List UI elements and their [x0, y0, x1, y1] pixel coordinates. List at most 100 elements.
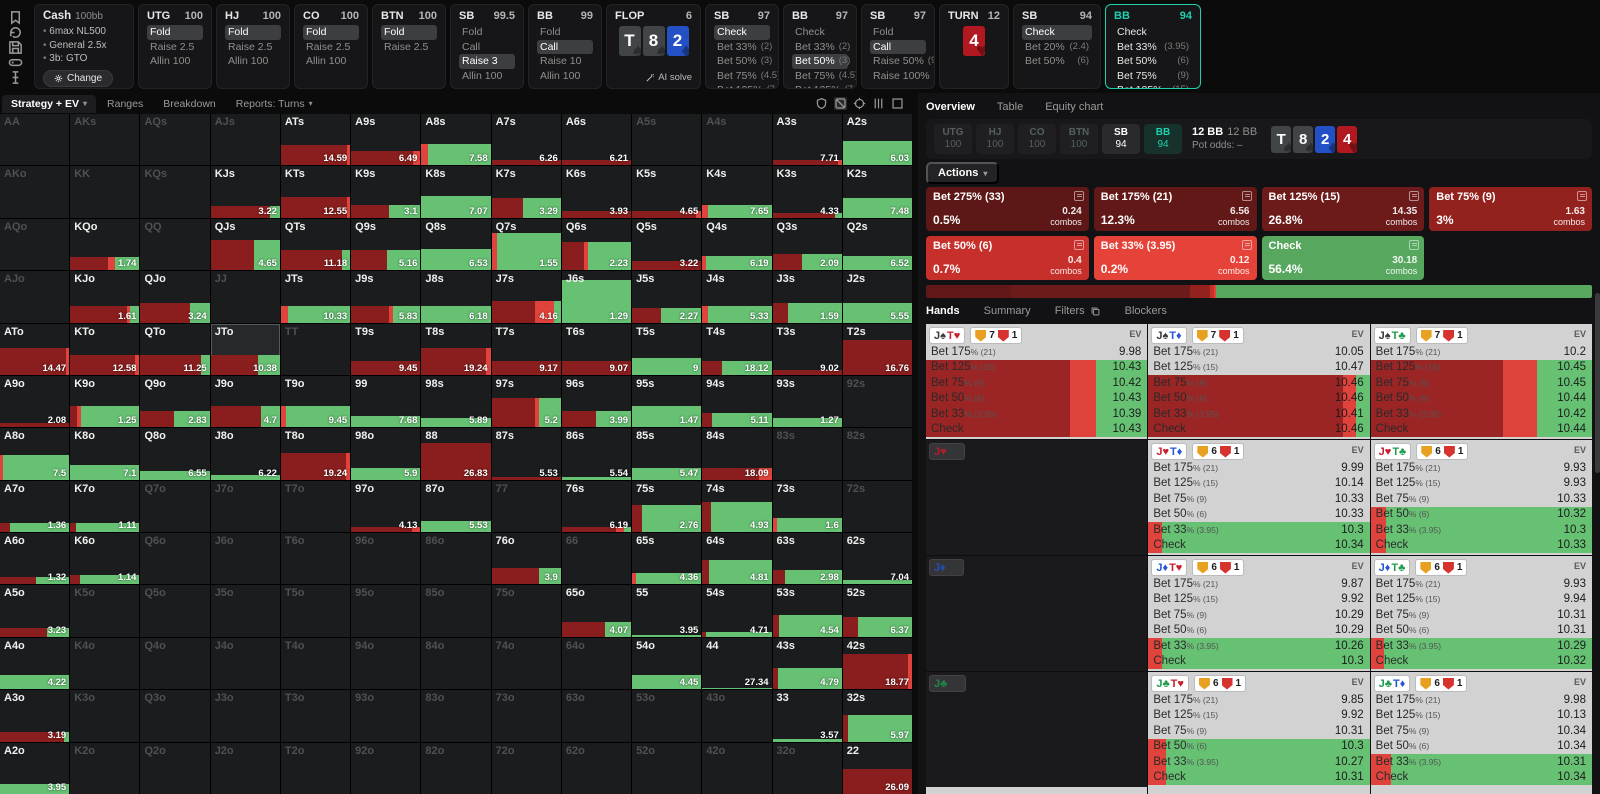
matrix-cell-42o[interactable]: 42o [702, 743, 771, 794]
matrix-cell-Q4o[interactable]: Q4o [140, 638, 209, 689]
tab-equity-chart[interactable]: Equity chart [1045, 101, 1103, 113]
matrix-cell-J7s[interactable]: J7s4.16 [492, 271, 561, 322]
summary-chip-bb[interactable]: BB94 [1144, 124, 1182, 154]
matrix-cell-54o[interactable]: 54o4.45 [632, 638, 701, 689]
matrix-cell-Q7o[interactable]: Q7o [140, 481, 209, 532]
matrix-cell-T7o[interactable]: T7o [281, 481, 350, 532]
matrix-cell-Q5s[interactable]: Q5s3.22 [632, 219, 701, 270]
matrix-cell-53s[interactable]: 53s4.54 [773, 585, 842, 636]
history-action-raise-100-[interactable]: Raise 100%(15) [870, 69, 926, 84]
matrix-cell-K5o[interactable]: K5o [70, 585, 139, 636]
history-action-bet-33-[interactable]: Bet 33%(2) [792, 40, 848, 55]
matrix-cell-K8s[interactable]: K8s7.07 [421, 166, 490, 217]
matrix-cell-93s[interactable]: 93s1.27 [773, 376, 842, 427]
tab-filters[interactable]: Filters [1055, 305, 1101, 317]
matrix-cell-Q3s[interactable]: Q3s2.09 [773, 219, 842, 270]
bookmark-icon[interactable] [8, 10, 23, 25]
action-card-bet-33-3-95-[interactable]: Bet 33% (3.95) 0.2% 0.12combos [1094, 236, 1257, 280]
matrix-cell-QTs[interactable]: QTs11.18 [281, 219, 350, 270]
summary-chip-sb[interactable]: SB94 [1102, 124, 1140, 154]
matrix-cell-86o[interactable]: 86o [421, 533, 490, 584]
history-action-bet-50-[interactable]: Bet 50%(6) [1022, 54, 1092, 69]
matrix-cell-77[interactable]: 77 [492, 481, 561, 532]
tab-strategy-ev[interactable]: Strategy + EV▾ [2, 95, 96, 113]
history-action-raise-2-5[interactable]: Raise 2.5 [303, 40, 359, 55]
combo-tile-jcth[interactable]: J♣T♥ 6 1EVBet 175% (21)9.85Bet 125% (15)… [1148, 672, 1369, 787]
summary-chip-utg[interactable]: UTG100 [934, 124, 972, 154]
combo-tile-jsth[interactable]: J♠T♥ 7 1EVBet 175% (21)9.98Bet 125% (15)… [926, 324, 1147, 439]
history-action-allin-100[interactable]: Allin 100 [303, 54, 359, 69]
slider-icon[interactable] [8, 70, 23, 85]
matrix-cell-J5o[interactable]: J5o [211, 585, 280, 636]
matrix-cell-K3s[interactable]: K3s4.33 [773, 166, 842, 217]
note-icon[interactable] [1074, 240, 1084, 250]
matrix-cell-43o[interactable]: 43o [702, 690, 771, 741]
history-action-fold[interactable]: Fold [303, 25, 359, 40]
grid-columns-icon[interactable] [872, 97, 885, 110]
matrix-cell-82s[interactable]: 82s [843, 428, 912, 479]
matrix-cell-K6s[interactable]: K6s3.93 [562, 166, 631, 217]
combo-tile-jdtc[interactable]: J♦T♣ 6 1EVBet 175% (21)9.93Bet 125% (15)… [1371, 556, 1592, 671]
history-action-allin-100[interactable]: Allin 100 [225, 54, 281, 69]
action-card-bet-50-6-[interactable]: Bet 50% (6) 0.7% 0.4combos [926, 236, 1089, 280]
tab-ranges[interactable]: Ranges [98, 95, 152, 113]
matrix-cell-52s[interactable]: 52s6.37 [843, 585, 912, 636]
matrix-cell-T8s[interactable]: T8s19.24 [421, 324, 490, 375]
combo-tile-jhtd[interactable]: J♥T♦ 6 1EVBet 175% (21)9.99Bet 125% (15)… [1148, 440, 1369, 555]
matrix-cell-87s[interactable]: 87s5.53 [492, 428, 561, 479]
matrix-cell-KK[interactable]: KK [70, 166, 139, 217]
history-action-check[interactable]: Check [714, 25, 770, 40]
history-action-bet-20-[interactable]: Bet 20%(2.4) [1022, 40, 1092, 55]
matrix-cell-87o[interactable]: 87o5.53 [421, 481, 490, 532]
matrix-cell-A7o[interactable]: A7o1.36 [0, 481, 69, 532]
history-action-check[interactable]: Check [792, 25, 848, 40]
summary-chip-hj[interactable]: HJ100 [976, 124, 1014, 154]
matrix-cell-88[interactable]: 8826.83 [421, 428, 490, 479]
matrix-cell-A3o[interactable]: A3o3.19 [0, 690, 69, 741]
matrix-cell-42s[interactable]: 42s18.77 [843, 638, 912, 689]
matrix-cell-Q8s[interactable]: Q8s6.53 [421, 219, 490, 270]
matrix-cell-33[interactable]: 333.57 [773, 690, 842, 741]
matrix-cell-95s[interactable]: 95s1.47 [632, 376, 701, 427]
matrix-cell-K9s[interactable]: K9s3.1 [351, 166, 420, 217]
history-action-fold[interactable]: Fold [459, 25, 515, 40]
matrix-cell-K9o[interactable]: K9o1.25 [70, 376, 139, 427]
tab-summary[interactable]: Summary [984, 305, 1031, 317]
history-action-check[interactable]: Check [1114, 25, 1192, 40]
combo-tile-jhts[interactable]: J♥T♠ [926, 440, 1147, 555]
matrix-cell-44[interactable]: 4427.34 [702, 638, 771, 689]
matrix-cell-75s[interactable]: 75s2.76 [632, 481, 701, 532]
matrix-cell-Q4s[interactable]: Q4s6.19 [702, 219, 771, 270]
matrix-cell-K4o[interactable]: K4o [70, 638, 139, 689]
history-action-bet-125-[interactable]: Bet 125%(15) [1114, 83, 1192, 89]
matrix-cell-94s[interactable]: 94s5.11 [702, 376, 771, 427]
history-action-bet-50-[interactable]: Bet 50%(3) [714, 54, 770, 69]
matrix-cell-64o[interactable]: 64o [562, 638, 631, 689]
history-action-fold[interactable]: Fold [381, 25, 437, 40]
save-icon[interactable] [8, 40, 23, 55]
history-action-bet-33-[interactable]: Bet 33%(2) [714, 40, 770, 55]
matrix-cell-ATo[interactable]: ATo14.47 [0, 324, 69, 375]
tab-blockers[interactable]: Blockers [1125, 305, 1167, 317]
history-action-bet-50-[interactable]: Bet 50%(3) [792, 54, 848, 69]
matrix-cell-55[interactable]: 553.95 [632, 585, 701, 636]
matrix-cell-54s[interactable]: 54s4.71 [702, 585, 771, 636]
matrix-cell-K6o[interactable]: K6o1.14 [70, 533, 139, 584]
history-action-raise-2-5[interactable]: Raise 2.5 [225, 40, 281, 55]
matrix-cell-T5o[interactable]: T5o [281, 585, 350, 636]
matrix-cell-63o[interactable]: 63o [562, 690, 631, 741]
matrix-cell-K7o[interactable]: K7o1.11 [70, 481, 139, 532]
matrix-cell-97o[interactable]: 97o4.13 [351, 481, 420, 532]
matrix-cell-A4s[interactable]: A4s [702, 114, 771, 165]
combo-tile-jstd[interactable]: J♠T♦ 7 1EVBet 175% (21)10.05Bet 125% (15… [1148, 324, 1369, 439]
matrix-cell-75o[interactable]: 75o [492, 585, 561, 636]
matrix-cell-AKs[interactable]: AKs [70, 114, 139, 165]
matrix-cell-A5s[interactable]: A5s [632, 114, 701, 165]
note-icon[interactable] [1409, 191, 1419, 201]
matrix-cell-T4o[interactable]: T4o [281, 638, 350, 689]
matrix-cell-76s[interactable]: 76s6.19 [562, 481, 631, 532]
matrix-cell-62s[interactable]: 62s7.04 [843, 533, 912, 584]
matrix-cell-T2s[interactable]: T2s16.76 [843, 324, 912, 375]
matrix-cell-96s[interactable]: 96s3.99 [562, 376, 631, 427]
combo-tile-jcts[interactable]: J♣T♠ [926, 672, 1147, 787]
